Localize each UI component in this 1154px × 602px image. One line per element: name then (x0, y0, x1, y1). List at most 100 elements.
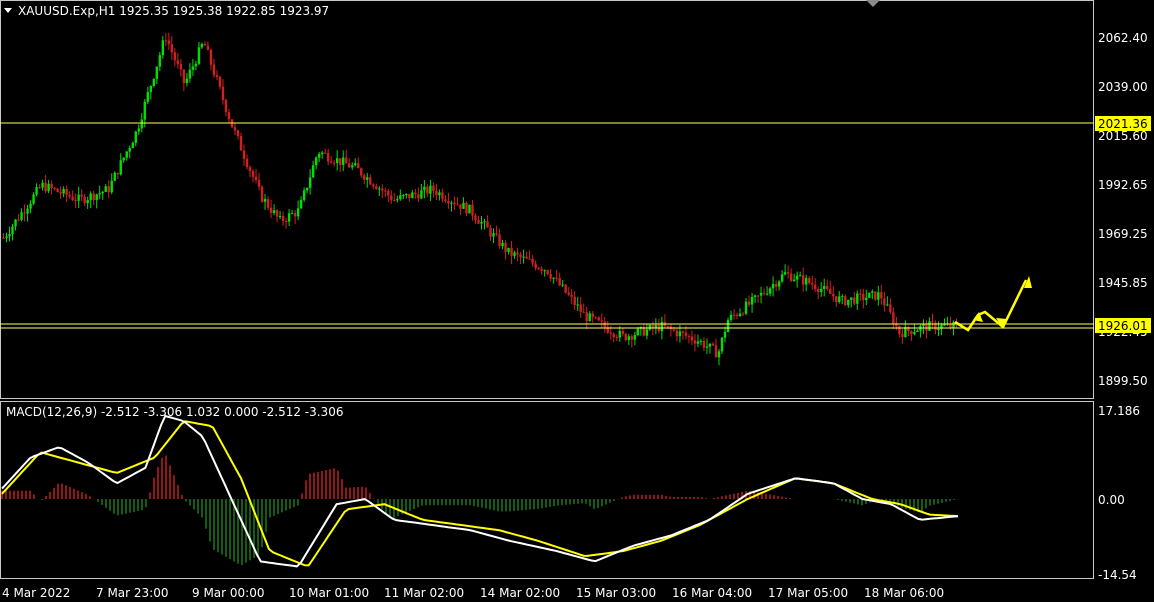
time-label: 10 Mar 01:00 (289, 586, 369, 600)
candle-body (146, 92, 150, 102)
candle-body (612, 333, 615, 338)
candle-body (765, 293, 769, 295)
candle-body (525, 256, 528, 259)
candle-body (570, 294, 573, 297)
candle-body (729, 314, 733, 320)
collapse-triangle-icon[interactable] (4, 8, 12, 13)
candle-body (853, 297, 856, 304)
candle-body (227, 112, 231, 120)
price-axis: 2062.40 2039.00 2015.60 1992.65 1969.25 … (1098, 31, 1148, 388)
candle-body (543, 270, 546, 272)
candle-body (345, 157, 348, 164)
candle-body (218, 76, 222, 87)
candle-body (179, 64, 183, 70)
symbol-quote-label: XAUUSD.Exp,H1 1925.35 1925.38 1922.85 19… (18, 4, 329, 18)
candle-body (339, 158, 342, 165)
candle-body (173, 52, 177, 61)
time-label: 18 Mar 06:00 (864, 586, 944, 600)
candle-body (278, 216, 282, 218)
candle-body (113, 172, 116, 181)
time-label: 17 Mar 05:00 (768, 586, 848, 600)
candle-body (402, 195, 405, 197)
candle-body (795, 275, 799, 280)
macd-axis: 17.186 0.00 -14.54 (1098, 404, 1140, 582)
candle-body (429, 185, 432, 194)
candle-body (26, 208, 29, 214)
candle-body (901, 334, 904, 338)
candle-body (750, 296, 754, 305)
candle-body (807, 278, 811, 284)
macd-main-line (1, 414, 959, 568)
candle-body (143, 101, 146, 120)
candle-body (89, 193, 92, 201)
forecast-path[interactable] (954, 279, 1028, 332)
candle-body (320, 152, 324, 155)
candle-body (714, 345, 718, 358)
candle-body (624, 333, 628, 341)
candle-body (254, 176, 258, 181)
candle-body (540, 268, 543, 271)
candle-body (534, 263, 537, 269)
price-tick: 1992.65 (1098, 178, 1148, 192)
candle-body (552, 277, 555, 279)
candle-body (777, 281, 781, 287)
candle-body (672, 329, 676, 331)
candle-body (877, 292, 880, 300)
candle-body (768, 288, 772, 294)
candle-body (384, 190, 387, 192)
candle-body (104, 186, 107, 192)
candle-body (735, 314, 739, 316)
candle-body (600, 320, 603, 322)
candle-body (504, 242, 507, 252)
candle-body (510, 247, 513, 256)
candle-body (140, 119, 143, 129)
candle-body (859, 293, 862, 295)
candle-body (886, 304, 889, 306)
candle-body (323, 152, 327, 154)
candle-body (50, 183, 53, 189)
candle-body (329, 161, 333, 163)
trading-chart[interactable]: XAUUSD.Exp,H1 1925.35 1925.38 1922.85 19… (0, 0, 1154, 602)
candle-body (155, 66, 159, 79)
candle-body (236, 130, 240, 137)
candle-body (95, 194, 98, 201)
candle-body (717, 351, 721, 358)
candle-body (185, 78, 189, 84)
candle-body (336, 158, 339, 164)
candle-body (874, 291, 877, 300)
candle-body (65, 188, 68, 195)
time-axis: 4 Mar 2022 7 Mar 23:00 9 Mar 00:00 10 Ma… (2, 586, 944, 600)
candle-body (531, 258, 534, 264)
candle-body (573, 296, 576, 305)
candlestick-series (2, 32, 958, 366)
candle-body (366, 177, 369, 180)
candle-body (287, 213, 291, 222)
candle-body (441, 192, 444, 200)
candle-body (462, 202, 465, 209)
candle-body (549, 273, 552, 279)
support-price-tag: 1926.01 (1095, 318, 1151, 333)
candle-body (447, 200, 450, 204)
candle-body (405, 193, 408, 196)
price-tick: 1899.50 (1098, 374, 1148, 388)
candle-body (771, 283, 775, 289)
macd-histogram (1, 455, 955, 565)
candle-body (263, 199, 267, 202)
candle-body (696, 341, 700, 344)
candle-body (83, 196, 86, 204)
candle-body (32, 194, 35, 204)
candle-body (233, 127, 237, 131)
candle-body (363, 175, 366, 180)
candle-body (609, 332, 612, 334)
candle-body (477, 220, 480, 224)
candle-body (41, 182, 44, 188)
candle-body (453, 202, 456, 205)
candle-body (498, 234, 501, 247)
candle-body (753, 295, 757, 297)
candle-body (20, 212, 23, 220)
candle-body (194, 63, 198, 67)
candle-body (8, 234, 11, 237)
candle-body (360, 168, 363, 176)
candle-body (182, 69, 186, 84)
chart-shift-marker[interactable] (866, 0, 880, 7)
